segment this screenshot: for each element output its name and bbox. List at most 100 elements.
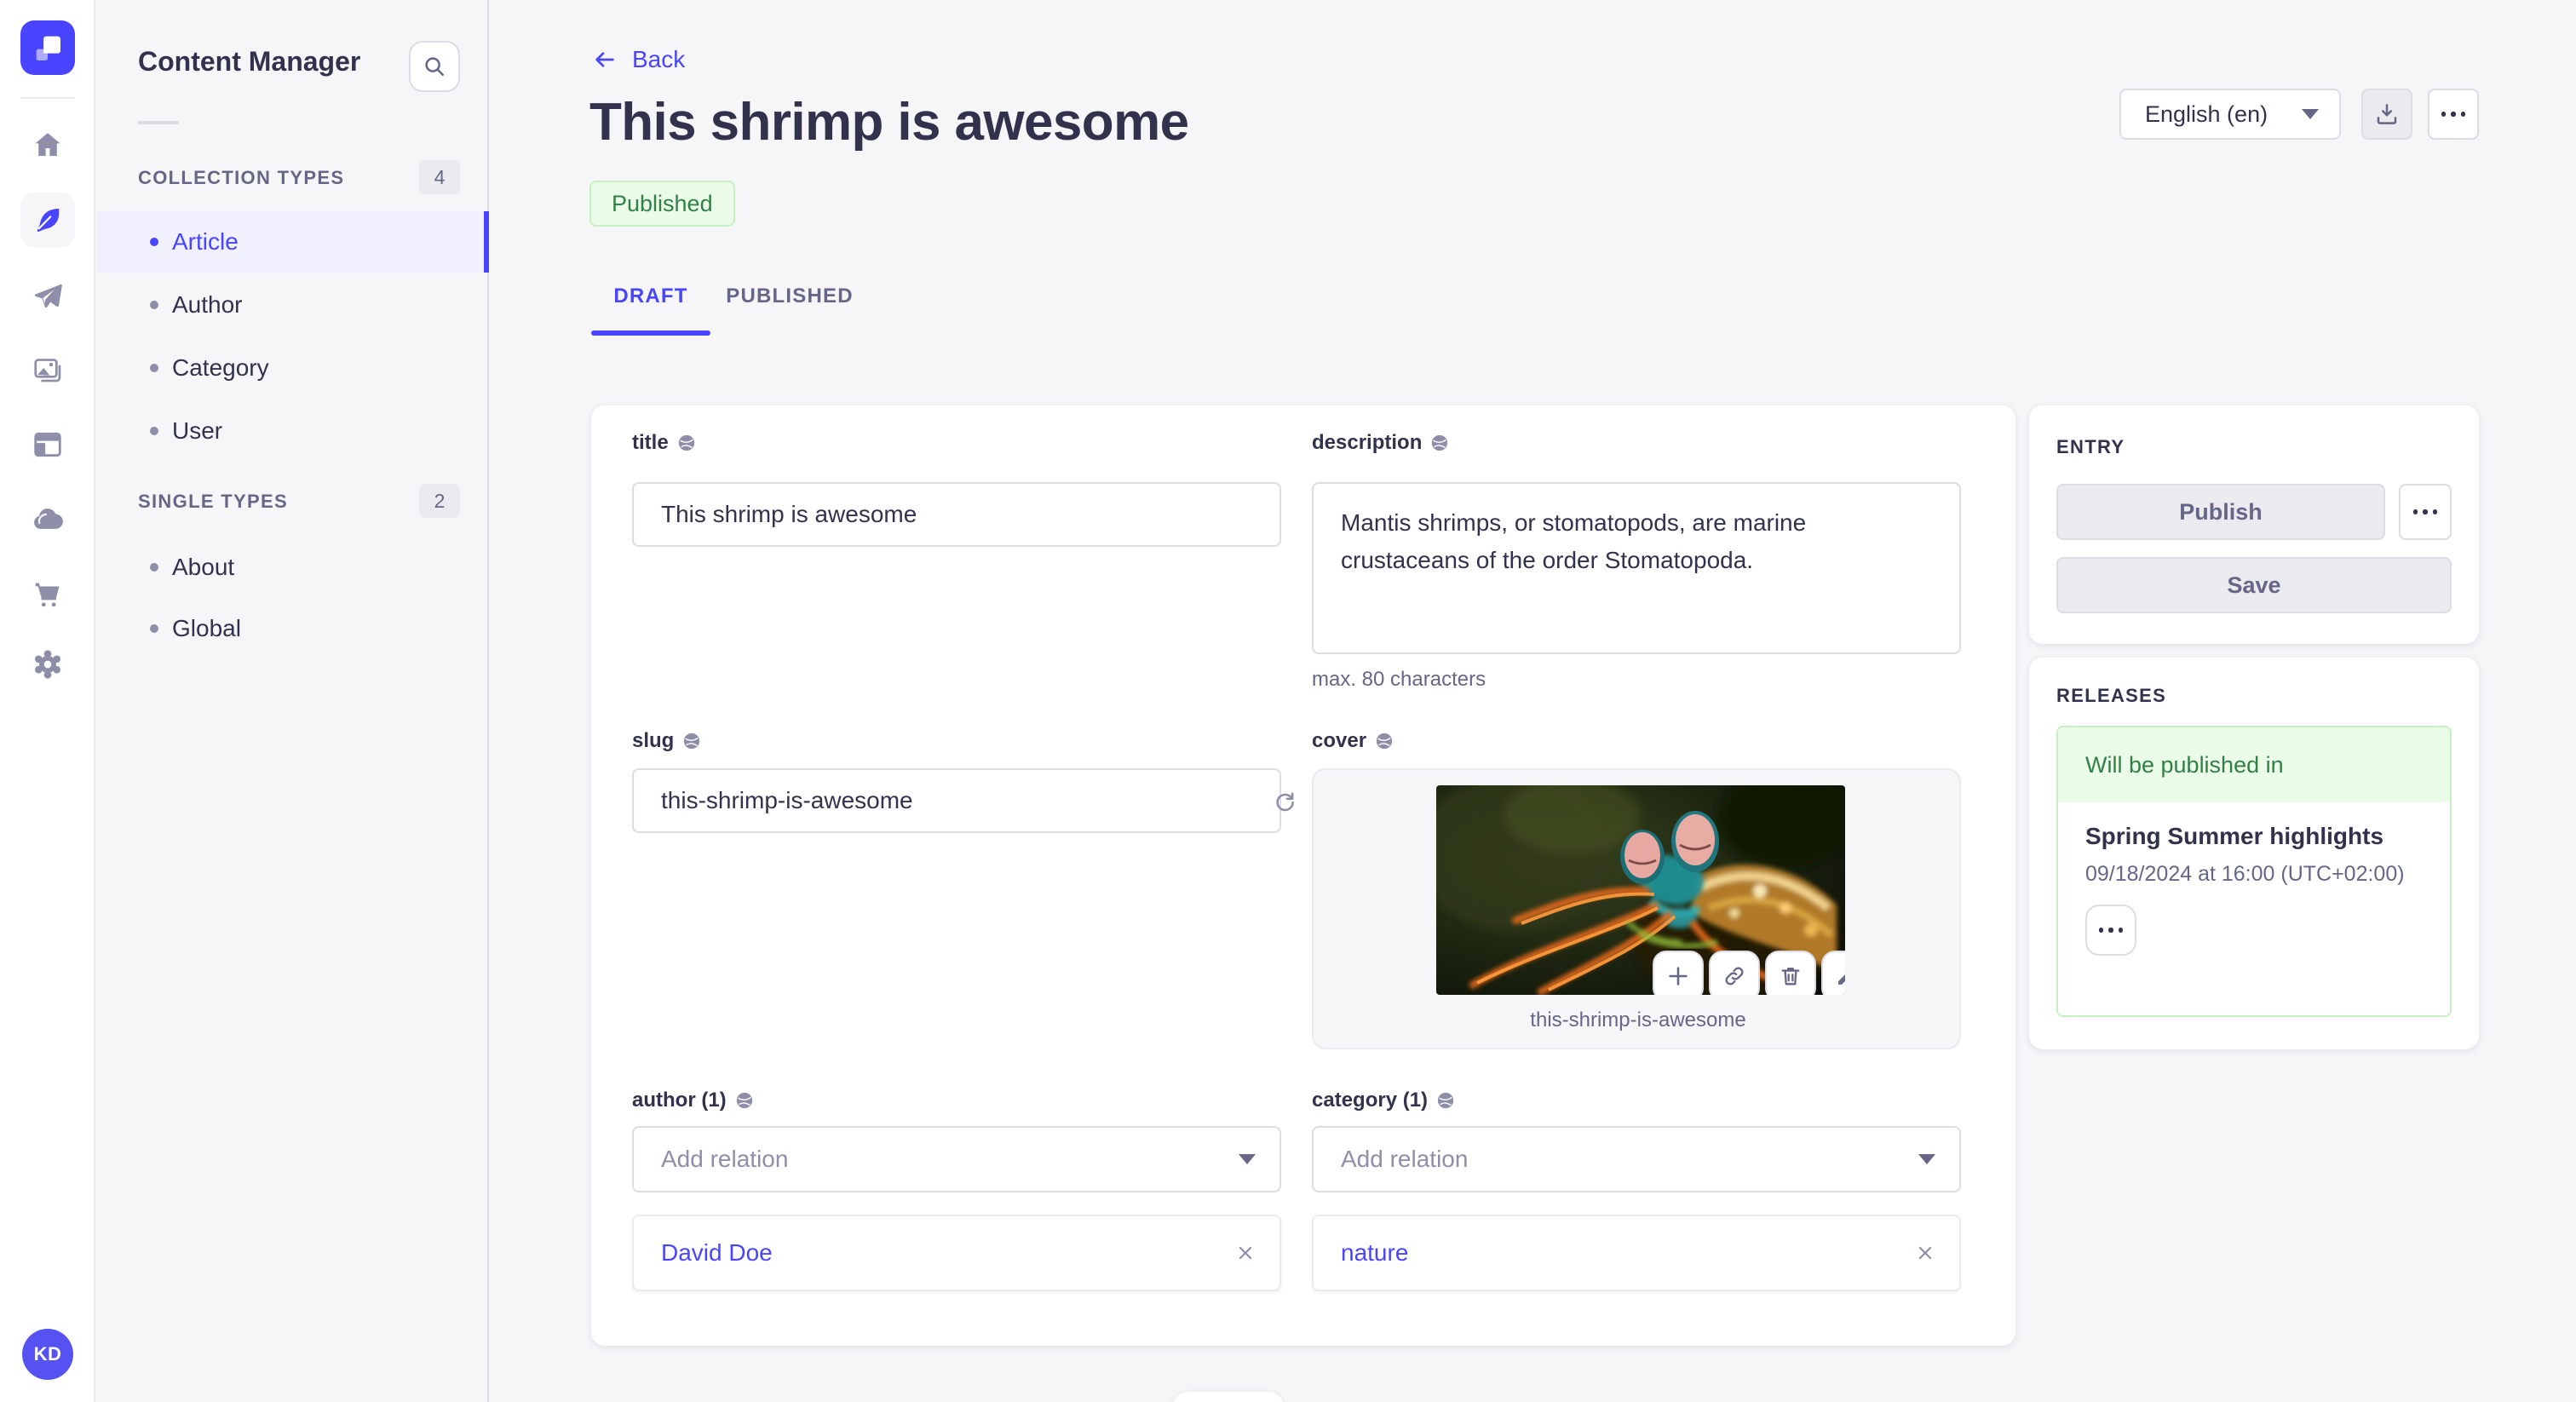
entry-panel: ENTRY Publish Save — [2029, 405, 2479, 644]
ellipsis-icon — [2099, 928, 2123, 933]
release-more-button[interactable] — [2085, 905, 2136, 956]
bullet-icon — [150, 364, 158, 372]
sidebar-item-home[interactable] — [20, 118, 75, 172]
author-field-label: author (1) — [632, 1089, 754, 1112]
combobox-placeholder: Add relation — [1341, 1146, 1469, 1172]
single-types-count-badge: 2 — [419, 484, 460, 518]
gear-icon — [35, 650, 60, 679]
relation-link-author[interactable]: David Doe — [661, 1239, 773, 1267]
ellipsis-icon — [2441, 112, 2465, 117]
nav-rail: KD — [0, 0, 95, 1402]
sidebar-item-label: User — [172, 417, 223, 444]
section-collection-types: COLLECTION TYPES — [138, 167, 345, 188]
release-date: 09/18/2024 at 16:00 (UTC+02:00) — [2085, 862, 2405, 886]
save-button[interactable]: Save — [2056, 557, 2452, 613]
edit-media-button[interactable] — [1821, 951, 1845, 995]
search-icon — [425, 57, 444, 76]
release-card: Will be published in Spring Summer highl… — [2056, 726, 2452, 1017]
sidebar-item-label: Global — [172, 615, 241, 641]
release-title: Spring Summer highlights — [2085, 823, 2384, 849]
sidebar-item-content-manager[interactable] — [20, 192, 75, 247]
slug-input[interactable] — [632, 768, 1281, 833]
pencil-icon — [1838, 974, 1845, 985]
chevron-down-icon — [1239, 1154, 1256, 1164]
release-status: Will be published in — [2058, 727, 2450, 802]
releases-panel: RELEASES Will be published in Spring Sum… — [2029, 658, 2479, 1049]
chevron-down-icon — [1918, 1154, 1935, 1164]
sidebar-item-about[interactable]: About — [97, 537, 489, 598]
remove-author-relation-button[interactable] — [1235, 1243, 1256, 1263]
category-field-label: category (1) — [1312, 1089, 1455, 1112]
next-section-peek — [1172, 1392, 1285, 1402]
publish-button[interactable]: Publish — [2056, 484, 2385, 540]
title-field-label: title — [632, 431, 696, 455]
sidebar-item-label: Article — [172, 228, 239, 255]
status-badge: Published — [589, 181, 735, 227]
sidebar-item-category[interactable]: Category — [97, 337, 489, 399]
close-icon — [1239, 1246, 1252, 1260]
author-add-relation-combobox[interactable]: Add relation — [632, 1126, 1281, 1192]
description-helper: max. 80 characters — [1312, 668, 1486, 691]
delete-media-button[interactable] — [1765, 951, 1816, 995]
locale-value: English (en) — [2145, 101, 2268, 127]
sidebar-item-label: About — [172, 554, 235, 580]
bullet-icon — [150, 624, 158, 633]
search-button[interactable] — [409, 41, 460, 92]
active-tab-indicator — [591, 330, 710, 336]
bullet-icon — [150, 427, 158, 435]
remove-category-relation-button[interactable] — [1915, 1243, 1935, 1263]
trash-icon — [1781, 968, 1800, 985]
bullet-icon — [150, 301, 158, 309]
back-link[interactable]: Back — [591, 46, 685, 73]
sidebar-item-cloud[interactable] — [20, 492, 75, 547]
add-media-button[interactable] — [1653, 951, 1704, 995]
user-avatar[interactable]: KD — [22, 1329, 73, 1380]
page-title: This shrimp is awesome — [589, 93, 1189, 152]
sidebar-item-media-library[interactable] — [20, 344, 75, 399]
globe-icon — [678, 434, 694, 451]
strapi-logo-icon — [36, 36, 60, 60]
tab-draft[interactable]: DRAFT — [591, 278, 710, 315]
export-button[interactable] — [2361, 89, 2412, 140]
sidebar-title: Content Manager — [138, 46, 361, 77]
feather-icon — [37, 209, 60, 233]
locale-select[interactable]: English (en) — [2119, 89, 2341, 140]
tab-published[interactable]: PUBLISHED — [726, 278, 852, 315]
sidebar-item-label: Category — [172, 354, 269, 381]
sidebar-divider — [138, 121, 179, 124]
download-icon — [2377, 104, 2397, 124]
sidebar-item-deploy[interactable] — [20, 269, 75, 324]
back-label: Back — [632, 46, 686, 72]
sidebar-item-label: Author — [172, 291, 243, 318]
sidebar-item-article[interactable]: Article — [97, 211, 489, 273]
title-input[interactable] — [632, 482, 1281, 547]
sidebar-item-content-type-builder[interactable] — [20, 417, 75, 472]
arrow-left-icon — [595, 52, 614, 67]
header-more-button[interactable] — [2428, 89, 2479, 140]
sidebar-item-author[interactable]: Author — [97, 274, 489, 336]
sidebar-item-settings[interactable] — [20, 637, 75, 692]
add-icon — [1669, 967, 1688, 985]
regenerate-slug-button[interactable] — [1264, 782, 1305, 823]
copy-link-button[interactable] — [1709, 951, 1760, 995]
sidebar-item-global[interactable]: Global — [97, 598, 489, 659]
sidebar-item-user[interactable]: User — [97, 400, 489, 462]
description-textarea[interactable]: Mantis shrimps, or stomatopods, are mari… — [1312, 482, 1961, 654]
relation-link-category[interactable]: nature — [1341, 1239, 1408, 1267]
edit-form-card: title description Mantis shrimps, or sto… — [591, 405, 2015, 1346]
globe-icon — [1376, 733, 1393, 750]
chevron-down-icon — [2302, 109, 2319, 119]
combobox-placeholder: Add relation — [661, 1146, 789, 1172]
cover-image[interactable] — [1436, 785, 1845, 995]
bullet-icon — [150, 238, 158, 246]
entry-panel-heading: ENTRY — [2056, 436, 2125, 457]
sidebar-item-marketplace[interactable] — [20, 567, 75, 622]
rail-divider — [20, 97, 75, 99]
globe-icon — [736, 1092, 752, 1109]
entry-more-button[interactable] — [2399, 484, 2452, 540]
category-add-relation-combobox[interactable]: Add relation — [1312, 1126, 1961, 1192]
releases-panel-heading: RELEASES — [2056, 685, 2167, 706]
images-icon — [34, 359, 61, 382]
strapi-logo[interactable] — [20, 20, 75, 75]
link-icon — [1725, 967, 1744, 985]
